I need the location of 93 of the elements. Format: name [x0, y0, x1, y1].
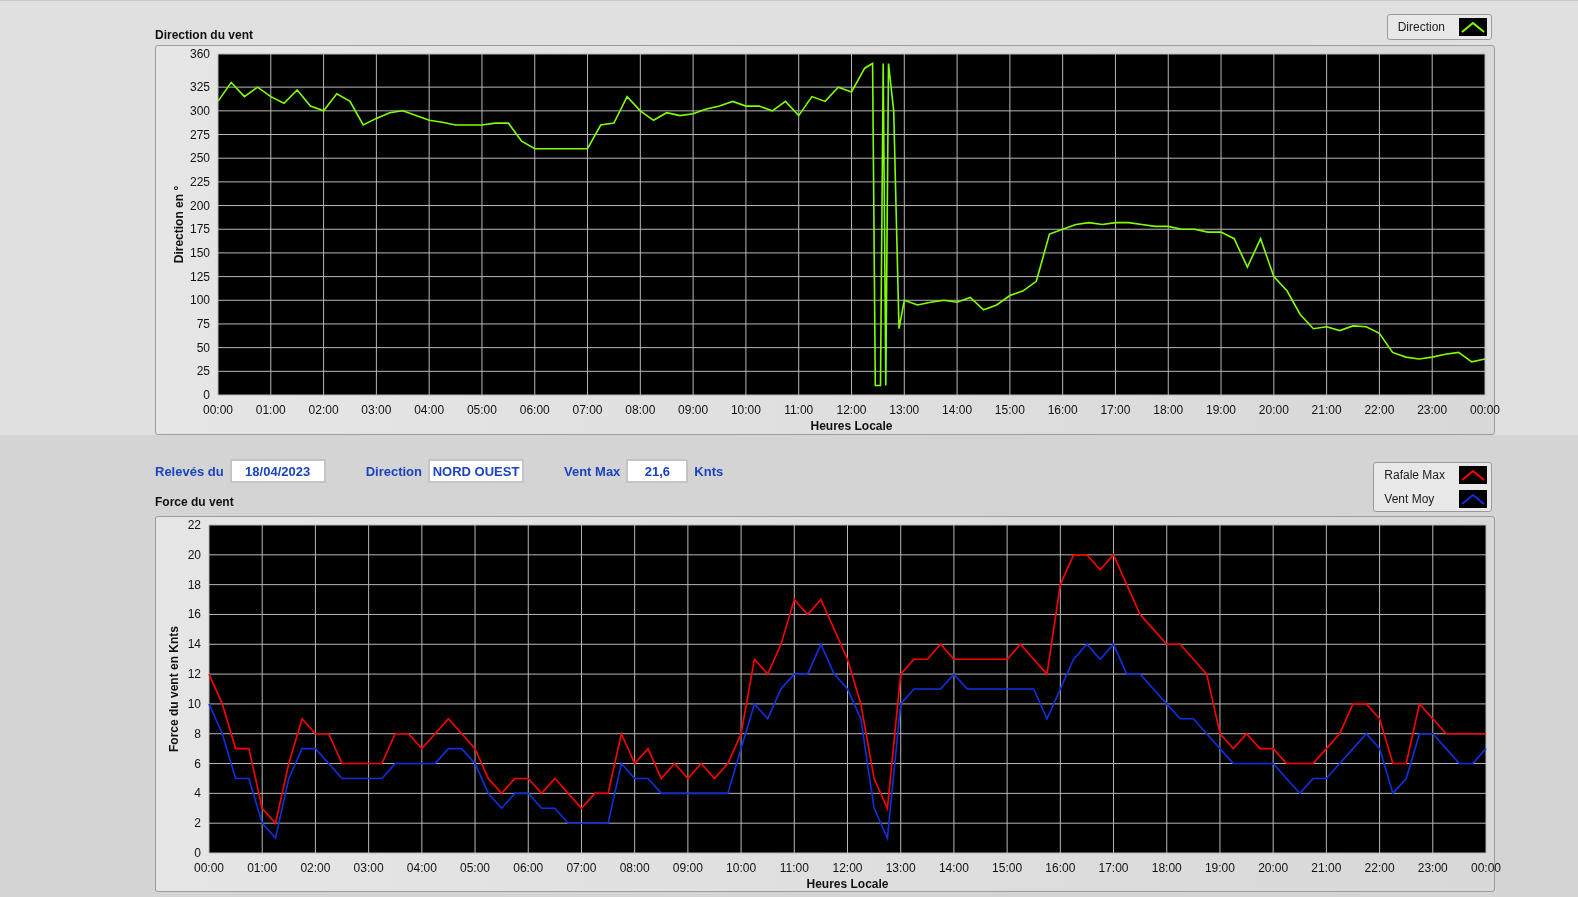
axis-tick-label: 17:00 — [1100, 403, 1131, 417]
axis-tick-label: 00:00 — [1470, 403, 1500, 417]
axis-tick-label: 07:00 — [566, 861, 597, 875]
chart-title: Force du vent — [155, 495, 235, 509]
axis-tick-label: 14:00 — [938, 861, 969, 875]
axis-tick-label: 03:00 — [353, 861, 384, 875]
axis-tick-label: 05:00 — [460, 861, 491, 875]
axis-tick-label: 00:00 — [1471, 861, 1501, 875]
axis-tick-label: 22 — [187, 518, 201, 532]
axis-tick-label: 25 — [196, 364, 210, 379]
axis-tick-label: 75 — [196, 316, 210, 331]
axis-tick-label: 03:00 — [361, 403, 392, 417]
axis-tick-label: 16:00 — [1047, 403, 1078, 417]
axis-tick-label: 04:00 — [406, 861, 437, 875]
axis-tick-label: 11:00 — [779, 861, 809, 875]
axis-tick-label: 13:00 — [885, 861, 916, 875]
axis-tick-label: 10 — [187, 696, 201, 711]
legend-label: Rafale Max — [1384, 468, 1445, 482]
axis-tick-label: 06:00 — [513, 861, 544, 875]
axis-tick-label: 01:00 — [247, 861, 278, 875]
axis-tick-label: 10:00 — [726, 861, 757, 875]
axis-tick-label: 12:00 — [832, 861, 863, 875]
axis-title: Heures Locale — [810, 419, 893, 433]
axis-tick-label: 18:00 — [1151, 861, 1182, 875]
axis-tick-label: 21:00 — [1311, 861, 1342, 875]
axis-tick-label: 22:00 — [1364, 861, 1395, 875]
legend-label: Direction — [1397, 20, 1445, 34]
axis-tick-label: 12 — [187, 667, 201, 682]
axis-title: Heures Locale — [806, 877, 889, 891]
axis-tick-label: 16 — [187, 607, 201, 622]
axis-tick-label: 200 — [189, 198, 210, 213]
axis-tick-label: 00:00 — [194, 861, 224, 875]
axis-tick-label: 100 — [189, 293, 210, 308]
axis-tick-label: 4 — [194, 786, 201, 801]
field-label: Vent Max — [564, 463, 621, 479]
field-label: Direction — [365, 463, 422, 479]
axis-tick-label: 18 — [187, 577, 201, 592]
axis-tick-label: 16:00 — [1045, 861, 1076, 875]
axis-tick-label: 04:00 — [414, 403, 445, 417]
max-wind-field[interactable]: 21,6 — [626, 459, 689, 483]
axis-tick-label: 02:00 — [300, 861, 331, 875]
axis-tick-label: 08:00 — [619, 861, 650, 875]
axis-tick-label: 275 — [189, 127, 210, 142]
axis-tick-label: 21:00 — [1311, 403, 1342, 417]
axis-tick-label: 15:00 — [994, 403, 1025, 417]
axis-tick-label: 6 — [194, 756, 201, 771]
chart-title: Direction du vent — [155, 28, 253, 42]
axis-tick-label: 09:00 — [672, 861, 703, 875]
axis-tick-label: 08:00 — [625, 403, 656, 417]
axis-tick-label: 0 — [203, 388, 210, 402]
axis-tick-label: 19:00 — [1206, 403, 1237, 417]
axis-tick-label: 300 — [189, 103, 210, 118]
axis-tick-label: 07:00 — [572, 403, 603, 417]
direction-field[interactable]: NORD OUEST — [428, 459, 524, 483]
axis-title: Force du vent en Knts — [167, 626, 181, 752]
axis-tick-label: 14 — [187, 637, 201, 652]
axis-tick-label: 20:00 — [1258, 403, 1289, 417]
axis-tick-label: 175 — [189, 222, 210, 237]
axis-tick-label: 14:00 — [942, 403, 973, 417]
axis-tick-label: 2 — [194, 816, 201, 831]
axis-tick-label: 11:00 — [784, 403, 814, 417]
axis-tick-label: 8 — [194, 726, 201, 741]
axis-tick-label: 15:00 — [992, 861, 1023, 875]
axis-tick-label: 125 — [189, 269, 210, 284]
axis-tick-label: 150 — [189, 245, 210, 260]
axis-tick-label: 23:00 — [1417, 861, 1448, 875]
axis-title: Direction en ° — [172, 185, 186, 264]
axis-tick-label: 02:00 — [308, 403, 339, 417]
axis-tick-label: 00:00 — [203, 403, 233, 417]
axis-tick-label: 23:00 — [1417, 403, 1448, 417]
axis-tick-label: 360 — [189, 47, 210, 61]
axis-tick-label: 22:00 — [1364, 403, 1395, 417]
axis-tick-label: 20:00 — [1258, 861, 1289, 875]
axis-tick-label: 05:00 — [466, 403, 497, 417]
axis-tick-label: 50 — [196, 340, 210, 355]
axis-tick-label: 18:00 — [1153, 403, 1184, 417]
axis-tick-label: 13:00 — [889, 403, 920, 417]
axis-tick-label: 17:00 — [1098, 861, 1129, 875]
axis-tick-label: 12:00 — [836, 403, 867, 417]
axis-tick-label: 09:00 — [678, 403, 709, 417]
axis-tick-label: 19:00 — [1204, 861, 1235, 875]
axis-tick-label: 10:00 — [730, 403, 761, 417]
axis-tick-label: 06:00 — [519, 403, 550, 417]
axis-tick-label: 0 — [194, 846, 201, 860]
unit-label: Knts — [694, 463, 724, 479]
axis-tick-label: 325 — [189, 80, 210, 95]
legend-label: Vent Moy — [1384, 492, 1435, 506]
date-field[interactable]: 18/04/2023 — [229, 459, 326, 483]
field-label: Relevés du — [155, 463, 224, 479]
axis-tick-label: 225 — [189, 174, 210, 189]
axis-tick-label: 01:00 — [255, 403, 286, 417]
axis-tick-label: 250 — [189, 151, 210, 166]
axis-tick-label: 20 — [187, 547, 201, 562]
